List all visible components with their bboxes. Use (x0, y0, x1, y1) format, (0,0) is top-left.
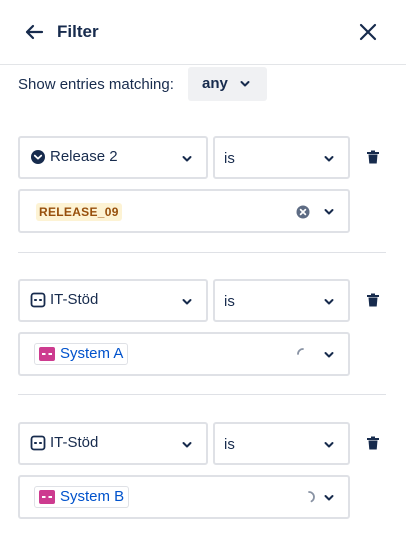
close-icon (359, 23, 377, 41)
object-icon (39, 490, 55, 504)
spinner-icon (308, 491, 315, 503)
chevron-down-icon (324, 495, 334, 501)
chevron-down-icon (182, 156, 192, 162)
spinner-icon (297, 348, 304, 355)
rule-3-value-chip[interactable]: System B (34, 486, 130, 508)
chevron-down-icon (324, 352, 334, 358)
rule-1-operator-label: is (224, 150, 235, 167)
object-icon (30, 292, 46, 308)
rule-3-delete-button[interactable] (365, 435, 381, 451)
rule-2-operator-select[interactable]: is (213, 279, 350, 322)
object-icon (30, 435, 46, 451)
rule-1-value-select[interactable]: RELEASE_09 (18, 189, 350, 233)
rule-2-value-chip[interactable]: System A (34, 343, 129, 365)
chevron-down-icon (240, 81, 250, 87)
rule-2-value-label: System A (60, 345, 124, 362)
rule-1-field-label: Release 2 (50, 148, 118, 165)
arrow-left-icon (25, 24, 44, 40)
rule-1-clear-button[interactable] (295, 204, 311, 220)
rule-2-operator-label: is (224, 293, 235, 310)
close-button[interactable] (356, 20, 380, 44)
chevron-down-icon (324, 299, 334, 305)
rule-2-field-select[interactable]: IT-Stöd (18, 279, 208, 322)
rule-3-field-label: IT-Stöd (50, 434, 99, 451)
clear-icon (296, 205, 310, 219)
rule-1-value-lozenge: RELEASE_09 (36, 203, 122, 221)
divider (18, 252, 386, 253)
match-select[interactable]: any (188, 67, 267, 101)
rule-1-field-select[interactable]: Release 2 (18, 136, 208, 179)
trash-icon (367, 436, 379, 450)
object-icon (39, 347, 55, 361)
panel-title: Filter (57, 22, 99, 41)
rule-2-delete-button[interactable] (365, 292, 381, 308)
panel-header: Filter (0, 0, 406, 65)
chevron-down-icon (324, 442, 334, 448)
back-button[interactable] (22, 20, 46, 44)
trash-icon (367, 293, 379, 307)
rule-2-field-label: IT-Stöd (50, 291, 99, 308)
rule-3-operator-select[interactable]: is (213, 422, 350, 465)
trash-icon (367, 150, 379, 164)
rule-1-delete-button[interactable] (365, 149, 381, 165)
release-icon (31, 150, 45, 164)
chevron-down-icon (324, 209, 334, 215)
match-value: any (202, 75, 228, 92)
rule-3-field-select[interactable]: IT-Stöd (18, 422, 208, 465)
chevron-down-icon (182, 299, 192, 305)
rule-3-operator-label: is (224, 436, 235, 453)
match-label: Show entries matching: (18, 76, 174, 93)
rule-2-value-select[interactable]: System A (18, 332, 350, 376)
divider (18, 394, 386, 395)
chevron-down-icon (324, 156, 334, 162)
rule-3-value-select[interactable]: System B (18, 475, 350, 519)
rule-3-value-label: System B (60, 488, 125, 505)
rule-1-operator-select[interactable]: is (213, 136, 350, 179)
chevron-down-icon (182, 442, 192, 448)
